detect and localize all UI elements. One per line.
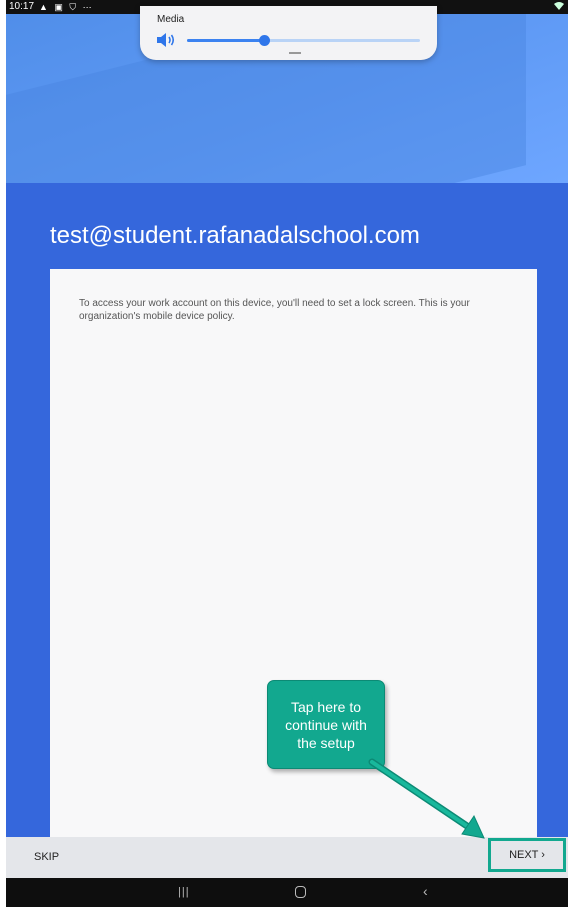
recents-icon[interactable]: ||| (178, 886, 190, 898)
wifi-icon (554, 0, 564, 14)
bottom-action-bar: SKIP (6, 837, 568, 878)
volume-slider[interactable] (187, 35, 420, 46)
skip-button[interactable]: SKIP (34, 851, 59, 863)
back-icon[interactable]: ‹ (423, 883, 428, 899)
next-button[interactable]: NEXT › (488, 838, 566, 872)
home-icon[interactable] (295, 886, 306, 898)
speaker-icon[interactable] (156, 32, 176, 48)
media-label: Media (157, 14, 185, 25)
account-email: test@student.rafanadalschool.com (50, 222, 420, 249)
navigation-bar: ||| ‹ (6, 878, 568, 907)
volume-slider-thumb[interactable] (258, 35, 270, 46)
media-volume-popup: Media (140, 6, 437, 60)
status-notification-icons: ▲ ▣ ⛉ ⋯ (39, 2, 94, 12)
callout-text: Tap here to continue with the setup (285, 698, 367, 751)
device-screen: 10:17 ▲ ▣ ⛉ ⋯ Media test@student.rafanad… (0, 0, 568, 907)
volume-slider-fill (187, 39, 264, 42)
policy-message: To access your work account on this devi… (79, 298, 470, 322)
status-time: 10:17 (9, 1, 35, 12)
popup-drag-handle[interactable] (289, 52, 301, 54)
instruction-callout: Tap here to continue with the setup (267, 680, 385, 769)
